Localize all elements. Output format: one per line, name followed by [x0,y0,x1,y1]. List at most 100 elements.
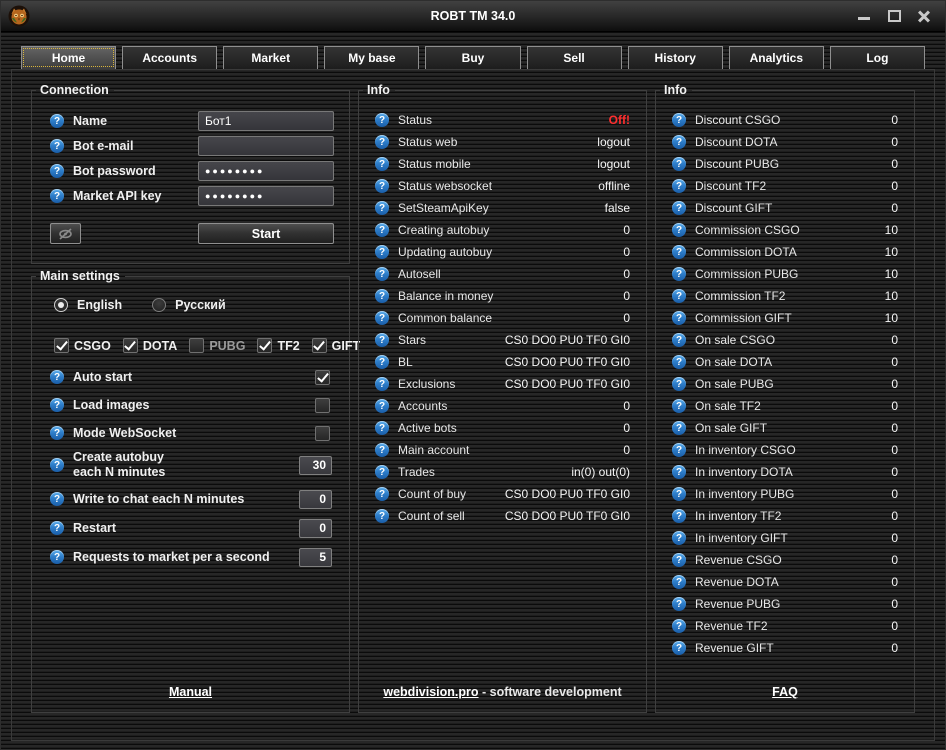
language-option: Русский [152,298,226,312]
text-input[interactable]: ●●●●●●●● [198,161,334,181]
setting-checkbox[interactable] [315,398,330,413]
help-icon[interactable]: ? [672,289,686,303]
help-icon[interactable]: ? [375,333,389,347]
help-icon[interactable]: ? [375,289,389,303]
help-icon[interactable]: ? [672,377,686,391]
help-icon[interactable]: ? [375,355,389,369]
help-icon[interactable]: ? [375,399,389,413]
help-icon[interactable]: ? [672,641,686,655]
faq-link[interactable]: FAQ [772,685,798,699]
start-button[interactable]: Start [198,223,334,244]
info-label: Count of sell [398,509,465,523]
radio-button[interactable] [152,298,166,312]
numeric-input[interactable]: 0 [299,519,332,538]
show-password-button[interactable] [50,223,81,244]
title-bar[interactable]: ROBT TM 34.0 [1,1,945,32]
help-icon[interactable]: ? [375,465,389,479]
tab[interactable]: Buy [425,46,520,69]
numeric-input[interactable]: 0 [299,490,332,509]
info-label: Stars [398,333,426,347]
text-input[interactable]: ●●●●●●●● [198,186,334,206]
help-icon[interactable]: ? [375,311,389,325]
webdivision-link[interactable]: webdivision.pro [383,685,478,699]
help-icon[interactable]: ? [672,157,686,171]
help-icon[interactable]: ? [375,201,389,215]
help-icon[interactable]: ? [672,135,686,149]
help-icon[interactable]: ? [50,492,64,506]
minimize-icon[interactable] [857,9,871,23]
help-icon[interactable]: ? [375,267,389,281]
setting-checkbox[interactable] [315,426,330,441]
help-icon[interactable]: ? [672,465,686,479]
help-icon[interactable]: ? [672,201,686,215]
info-row: ? Updating autobuy 0 [359,241,646,263]
help-icon[interactable]: ? [50,521,64,535]
tab[interactable]: Analytics [729,46,824,69]
info-value: 0 [891,135,898,149]
help-icon[interactable]: ? [672,553,686,567]
maximize-icon[interactable] [887,9,901,23]
help-icon[interactable]: ? [375,377,389,391]
help-icon[interactable]: ? [375,113,389,127]
help-icon[interactable]: ? [50,426,64,440]
setting-label: Mode WebSocket [73,426,176,440]
game-checkbox[interactable] [257,338,272,353]
help-icon[interactable]: ? [672,399,686,413]
help-icon[interactable]: ? [375,443,389,457]
tab[interactable]: Market [223,46,318,69]
help-icon[interactable]: ? [672,179,686,193]
game-checkbox[interactable] [189,338,204,353]
help-icon[interactable]: ? [672,597,686,611]
help-icon[interactable]: ? [50,164,64,178]
close-icon[interactable] [917,9,931,23]
help-icon[interactable]: ? [672,531,686,545]
help-icon[interactable]: ? [375,223,389,237]
help-icon[interactable]: ? [50,139,64,153]
help-icon[interactable]: ? [672,333,686,347]
help-icon[interactable]: ? [672,443,686,457]
tab[interactable]: History [628,46,723,69]
text-input[interactable]: Бот1 [198,111,334,131]
help-icon[interactable]: ? [672,619,686,633]
info-value: 10 [885,245,898,259]
help-icon[interactable]: ? [50,458,64,472]
tab[interactable]: Log [830,46,925,69]
help-icon[interactable]: ? [672,421,686,435]
help-icon[interactable]: ? [672,487,686,501]
tab[interactable]: My base [324,46,419,69]
text-input[interactable] [198,136,334,156]
help-icon[interactable]: ? [375,509,389,523]
help-icon[interactable]: ? [672,223,686,237]
help-icon[interactable]: ? [375,487,389,501]
radio-button[interactable] [54,298,68,312]
tab[interactable]: Sell [527,46,622,69]
game-checkbox[interactable] [312,338,327,353]
tab[interactable]: Home [21,46,116,69]
help-icon[interactable]: ? [50,398,64,412]
help-icon[interactable]: ? [672,311,686,325]
help-icon[interactable]: ? [375,135,389,149]
help-icon[interactable]: ? [672,267,686,281]
game-checkbox[interactable] [123,338,138,353]
setting-checkbox[interactable] [315,370,330,385]
help-icon[interactable]: ? [375,179,389,193]
help-icon[interactable]: ? [50,189,64,203]
help-icon[interactable]: ? [672,113,686,127]
numeric-input[interactable]: 30 [299,456,332,475]
help-icon[interactable]: ? [375,421,389,435]
info-label: Commission CSGO [695,223,800,237]
help-icon[interactable]: ? [375,245,389,259]
help-icon[interactable]: ? [672,509,686,523]
game-checkbox[interactable] [54,338,69,353]
help-icon[interactable]: ? [50,370,64,384]
help-icon[interactable]: ? [672,355,686,369]
tab[interactable]: Accounts [122,46,217,69]
info-value: 0 [623,289,630,303]
manual-link[interactable]: Manual [169,685,212,699]
help-icon[interactable]: ? [50,550,64,564]
help-icon[interactable]: ? [672,245,686,259]
numeric-input[interactable]: 5 [299,548,332,567]
help-icon[interactable]: ? [50,114,64,128]
help-icon[interactable]: ? [672,575,686,589]
help-icon[interactable]: ? [375,157,389,171]
